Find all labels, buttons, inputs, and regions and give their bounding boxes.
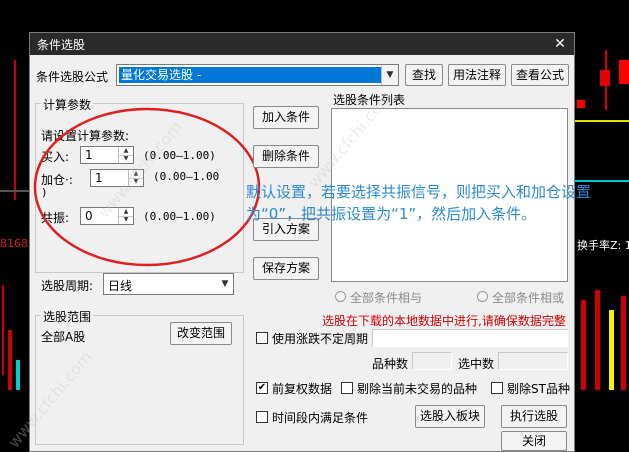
volume-bar [609,310,614,390]
save-scheme-button[interactable]: 保存方案 [253,257,319,280]
interval-checkbox[interactable] [256,411,268,423]
turnover-label: 换手率Z: 1 [577,239,629,252]
count-field [412,352,452,370]
volume-bar [621,296,626,390]
formula-selected-highlight: 量化交易选股 - [119,67,382,83]
count-label: 品种数 [372,357,409,371]
chart-background-right: 换手率Z: 1 [575,0,629,452]
logic-or-label: 全部条件相或 [492,291,565,305]
formula-select[interactable]: 量化交易选股 - ▼ [116,64,399,86]
candle-body [577,100,585,108]
period-select[interactable]: 日线 ▼ [103,273,234,295]
chevron-down-icon[interactable]: ▼ [217,274,233,294]
left-price-label: 8168 [0,237,28,250]
usage-button[interactable]: 用法注释 [448,64,506,86]
change-scope-button[interactable]: 改变范围 [170,322,232,345]
volume-bar [8,330,12,390]
interval-label: 时间段内满足条件 [272,411,369,425]
indicator-line [575,120,629,122]
warning-text: 选股在下载的本地数据中进行,请确保数据完整 [322,314,566,328]
run-select-button[interactable]: 执行选股 [501,405,567,428]
exclude-st-label: 剔除ST品种 [507,382,570,396]
candle-body [600,70,610,86]
candle-line [14,60,16,200]
view-formula-button[interactable]: 查看公式 [511,64,569,86]
annotation-line-2: 为“0”，把共振设置为“1”，然后加入条件。 [246,205,537,223]
volume-bar [581,300,586,390]
restored-data-checkbox[interactable]: ✔ [256,382,268,394]
exclude-untraded-checkbox[interactable] [341,382,353,394]
scope-group-title: 选股范围 [41,308,94,325]
volume-bar [595,290,600,390]
to-block-button[interactable]: 选股入板块 [415,405,485,428]
uncertain-period-checkbox[interactable] [256,332,268,344]
selected-count-label: 选中数 [458,357,495,371]
find-button[interactable]: 查找 [405,64,443,86]
title-bar[interactable]: 条件选股 ✕ [30,33,574,55]
annotation-line-1: 默认设置，若要选择共振信号，则把买入和加仓设置 [246,183,592,201]
volume-bar [2,285,4,375]
logic-and-label: 全部条件相与 [350,291,423,305]
candle-body [619,60,629,84]
condition-select-dialog: 条件选股 ✕ 条件选股公式 量化交易选股 - ▼ 查找 用法注释 查看公式 计算… [29,32,591,452]
logic-and-radio[interactable] [335,291,346,302]
chart-background-left: 8168 [0,0,32,452]
selected-count-field [498,352,568,370]
chart-grid-line [0,190,30,192]
exclude-untraded-label: 剔除当前未交易的品种 [357,382,478,396]
period-label: 选股周期: [41,279,94,293]
period-value: 日线 [108,279,133,293]
uncertain-period-field[interactable] [372,329,568,347]
close-button[interactable]: 关闭 [501,431,567,451]
logic-or-radio[interactable] [477,291,488,302]
volume-bar [16,360,20,390]
restored-data-label: 前复权数据 [272,382,333,396]
highlight-ellipse [33,107,261,267]
delete-condition-button[interactable]: 删除条件 [253,145,319,168]
close-icon[interactable]: ✕ [549,34,571,54]
formula-label: 条件选股公式 [36,70,109,84]
uncertain-period-label: 使用涨跌不定周期 [272,332,369,346]
chevron-down-icon[interactable]: ▼ [381,65,398,85]
add-condition-button[interactable]: 加入条件 [253,106,319,129]
scope-value: 全部A股 [41,330,86,344]
exclude-st-checkbox[interactable] [491,382,503,394]
window-title: 条件选股 [37,38,86,52]
formula-selected-text: 量化交易选股 - [121,68,202,82]
